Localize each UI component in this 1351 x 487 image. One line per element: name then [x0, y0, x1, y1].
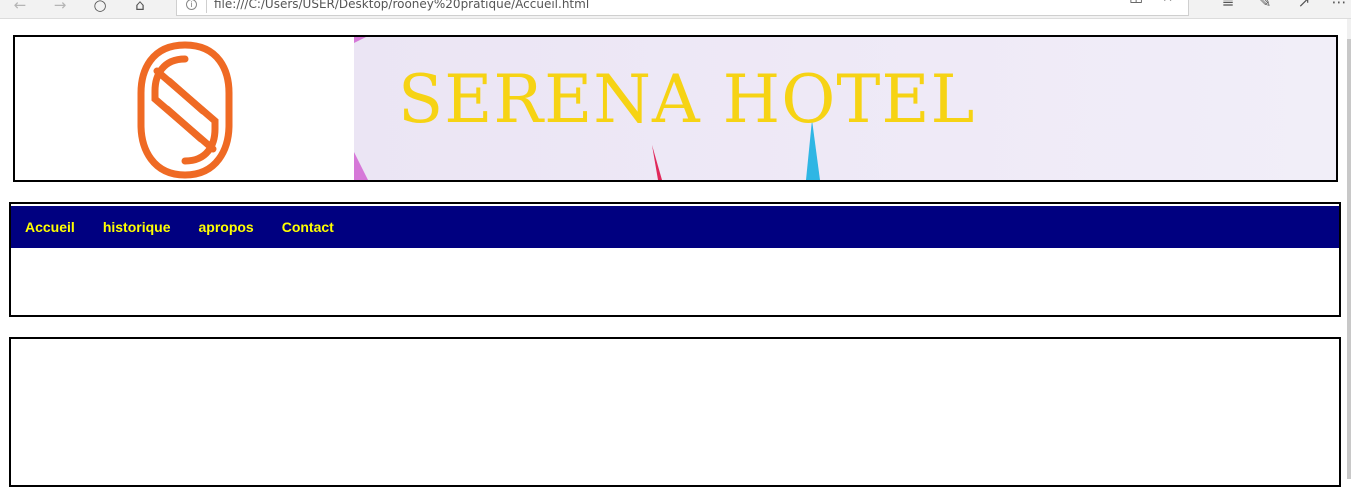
content-section: [9, 337, 1341, 487]
annotate-pen-icon[interactable]: ✎: [1254, 0, 1276, 11]
share-icon[interactable]: ↗: [1293, 0, 1315, 11]
forward-icon[interactable]: →: [48, 0, 72, 17]
refresh-icon[interactable]: ○: [88, 0, 112, 17]
nav-link-accueil[interactable]: Accueil: [11, 206, 89, 248]
favorite-star-icon[interactable]: ☆: [1161, 0, 1174, 5]
favorites-list-icon[interactable]: ≡: [1217, 0, 1239, 11]
vertical-scrollbar[interactable]: [1347, 19, 1351, 479]
hotel-banner: SERENA HOTEL: [13, 35, 1338, 182]
nav-link-historique[interactable]: historique: [89, 206, 185, 248]
hotel-title: SERENA HOTEL: [398, 61, 976, 138]
nav-link-contact[interactable]: Contact: [268, 206, 348, 248]
url-text[interactable]: file:///C:/Users/USER/Desktop/rooney%20p…: [214, 0, 589, 11]
nav-link-apropos[interactable]: apropos: [184, 206, 267, 248]
navigation-section: Accueil historique apropos Contact: [9, 202, 1341, 317]
address-bar[interactable]: i file:///C:/Users/USER/Desktop/rooney%2…: [176, 0, 1189, 16]
address-divider: [206, 0, 207, 13]
back-icon[interactable]: ←: [8, 0, 32, 17]
logo-area: [15, 37, 354, 180]
main-navbar: Accueil historique apropos Contact: [11, 206, 1339, 248]
hotel-logo-icon: [137, 41, 233, 179]
info-icon[interactable]: i: [186, 0, 197, 10]
more-icon[interactable]: ⋯: [1328, 0, 1350, 11]
browser-toolbar: ← → ○ ⌂ i file:///C:/Users/USER/Desktop/…: [0, 0, 1351, 19]
home-icon[interactable]: ⌂: [128, 0, 152, 17]
scroll-thumb[interactable]: [1347, 39, 1351, 479]
reading-view-icon[interactable]: ◫: [1129, 0, 1143, 5]
title-area: SERENA HOTEL: [354, 37, 1336, 180]
